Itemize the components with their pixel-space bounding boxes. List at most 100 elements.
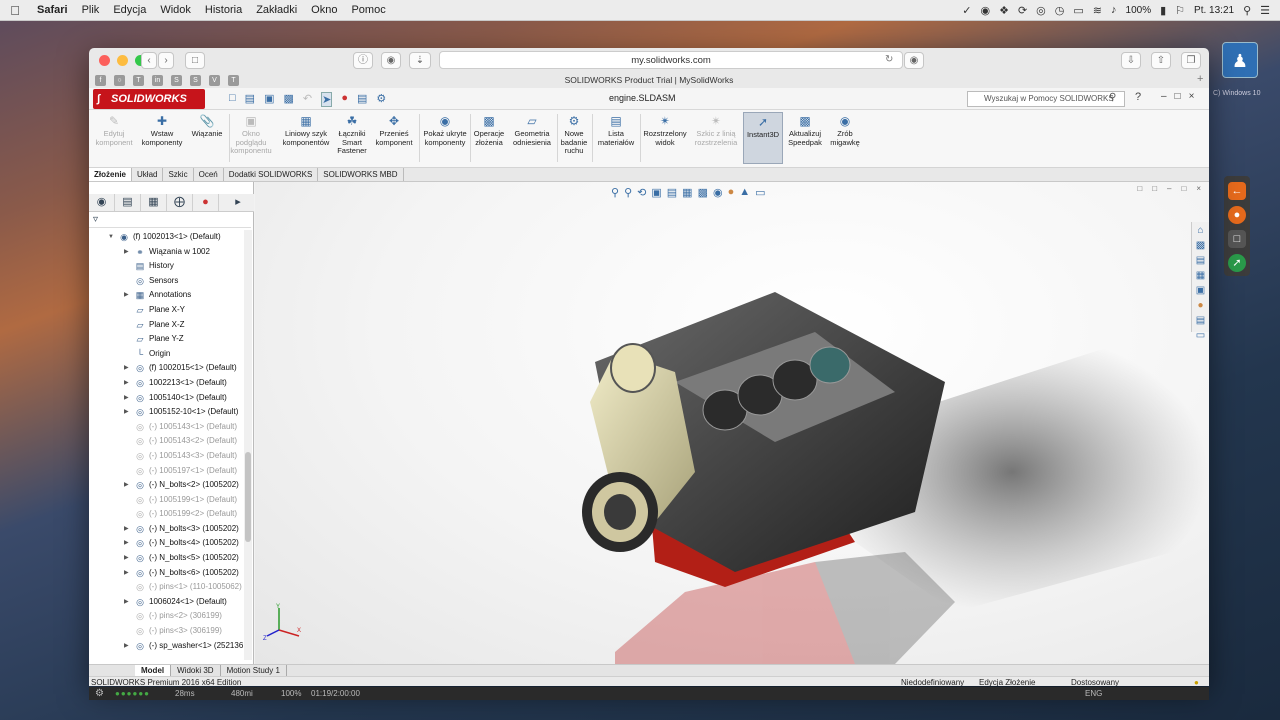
tree-item[interactable]: ◎ (-) pins<3> (306199) <box>89 624 244 639</box>
page-options-icon[interactable]: ◉ <box>904 52 924 69</box>
collapse-arrow-icon[interactable]: ▼ <box>108 230 116 245</box>
tree-item[interactable]: ▶ ▦ Annotations <box>89 288 244 303</box>
feature-tree-tab-icon[interactable]: ◉ <box>89 194 115 211</box>
favorite-instagram-icon[interactable]: ○ <box>114 74 125 86</box>
new-document-icon[interactable]: □ <box>229 92 236 107</box>
exploded-view-button[interactable]: ✴ Rozstrzelony widok <box>641 114 689 147</box>
tab-mbd[interactable]: SOLIDWORKS MBD <box>318 168 404 181</box>
menu-plik[interactable]: Plik <box>75 4 107 16</box>
linear-pattern-button[interactable]: ▦ Liniowy szyk komponentów <box>279 114 333 147</box>
tree-item[interactable]: ◎ (-) 1005143<1> (Default) <box>89 420 244 435</box>
display-manager-tab-icon[interactable]: ● <box>193 194 219 211</box>
desktop-network-icon[interactable]: ♟ <box>1222 42 1258 78</box>
favorite-in-icon[interactable]: in <box>152 74 163 86</box>
expand-arrow-icon[interactable]: ▶ <box>124 522 132 537</box>
units-selector[interactable]: Dostosowany <box>1071 677 1119 686</box>
expand-arrow-icon[interactable]: ▶ <box>124 361 132 376</box>
tree-item[interactable]: ▶ ◎ (f) 1002015<1> (Default) <box>89 361 244 376</box>
update-speedpak-button[interactable]: ▩ Aktualizuj Speedpak <box>785 114 825 147</box>
move-component-button[interactable]: ✥ Przenieś komponent <box>371 114 417 147</box>
tree-item[interactable]: ▶ ⚭ Wiązania w 1002 <box>89 245 244 260</box>
expand-arrow-icon[interactable]: ▶ <box>124 391 132 406</box>
tab-dodatki[interactable]: Dodatki SOLIDWORKS <box>224 168 319 181</box>
downloads-button[interactable]: ⇩ <box>1121 52 1141 69</box>
favorite-v-icon[interactable]: V <box>209 74 220 86</box>
reader-icon[interactable]: ⓘ <box>353 52 373 69</box>
tab-szkic[interactable]: Szkic <box>163 168 194 181</box>
dropbox-icon[interactable]: ❖ <box>999 4 1009 17</box>
tree-item[interactable]: ▶ ◎ (-) N_bolts<6> (1005202) <box>89 566 244 581</box>
tab-3d-views[interactable]: Widoki 3D <box>171 665 221 676</box>
menu-app-safari[interactable]: Safari <box>30 4 75 16</box>
extension-icon[interactable]: ⇣ <box>409 52 431 69</box>
tab-motion-study[interactable]: Motion Study 1 <box>221 665 287 676</box>
select-cursor-icon[interactable]: ➤ <box>321 92 333 107</box>
tree-item[interactable]: └ Origin <box>89 347 244 362</box>
tree-filter[interactable]: ▿ <box>89 214 251 228</box>
back-button[interactable]: ‹ <box>141 52 157 69</box>
favorite-s-icon[interactable]: S <box>171 74 182 86</box>
help-search-input[interactable]: Wyszukaj w Pomocy SOLIDWORKS <box>967 91 1125 107</box>
expand-arrow-icon[interactable]: ▶ <box>124 376 132 391</box>
expand-arrow-icon[interactable]: ▶ <box>124 595 132 610</box>
flag-icon[interactable]: ⚐ <box>1175 4 1185 17</box>
timemachine-icon[interactable]: ◷ <box>1055 4 1065 17</box>
favorite-s2-icon[interactable]: S <box>190 74 201 86</box>
favorite-f-icon[interactable]: f <box>95 74 106 86</box>
tree-item[interactable]: ▱ Plane X-Y <box>89 303 244 318</box>
menu-edycja[interactable]: Edycja <box>106 4 153 16</box>
eye-icon[interactable]: ◉ <box>980 4 990 17</box>
reload-icon[interactable]: ↻ <box>885 54 893 65</box>
tree-item[interactable]: ◎ Sensors <box>89 274 244 289</box>
tree-item[interactable]: ◎ (-) 1005199<1> (Default) <box>89 493 244 508</box>
tree-scroll-thumb[interactable] <box>245 452 251 542</box>
menu-historia[interactable]: Historia <box>198 4 249 16</box>
volume-icon[interactable]: ♪ <box>1111 4 1117 16</box>
smart-fasteners-button[interactable]: ☘ Łączniki Smart Fastener <box>335 114 369 156</box>
new-tab-icon[interactable]: + <box>1197 73 1203 85</box>
tree-item[interactable]: ▱ Plane Y-Z <box>89 332 244 347</box>
close-window-button[interactable] <box>99 55 110 66</box>
clock[interactable]: Pt. 13:21 <box>1194 5 1234 16</box>
solidworks-logo[interactable]: ∫ SOLIDWORKS <box>93 89 205 109</box>
assembly-features-button[interactable]: ▩ Operacje złożenia <box>471 114 507 147</box>
tab-ocen[interactable]: Oceń <box>194 168 224 181</box>
mate-button[interactable]: 📎 Wiązanie <box>187 114 227 139</box>
property-manager-tab-icon[interactable]: ▤ <box>115 194 141 211</box>
tree-item[interactable]: ▶ ◎ (-) N_bolts<5> (1005202) <box>89 551 244 566</box>
address-bar[interactable]: my.solidworks.com <box>439 51 903 69</box>
minimize-window-button[interactable] <box>117 55 128 66</box>
tree-item[interactable]: ◎ (-) 1005199<2> (Default) <box>89 507 244 522</box>
tree-item[interactable]: ▶ ◎ (-) N_bolts<2> (1005202) <box>89 478 244 493</box>
graphics-area[interactable]: ⚲ ⚲ ⟲ ▣ ▤ ▦ ▩ ◉ ● ▲ ▭ □ □ – □ × ⌂ ▩ ▤ ▦ … <box>255 182 1209 664</box>
menu-pomoc[interactable]: Pomoc <box>344 4 392 16</box>
tree-item[interactable]: ▱ Plane X-Z <box>89 318 244 333</box>
expand-tabs-icon[interactable]: ▸ <box>225 194 251 211</box>
menu-okno[interactable]: Okno <box>304 4 344 16</box>
take-snapshot-button[interactable]: ◉ Zrób migawkę <box>827 114 863 147</box>
menu-widok[interactable]: Widok <box>153 4 198 16</box>
battery-icon[interactable]: ▮ <box>1160 4 1166 17</box>
tree-item[interactable]: ▼ ◉ (f) 1002013<1> (Default) <box>89 230 244 245</box>
sync-icon[interactable]: ⟳ <box>1018 4 1027 17</box>
menu-zakladki[interactable]: Zakładki <box>249 4 304 16</box>
expand-arrow-icon[interactable]: ▶ <box>124 405 132 420</box>
help-icon[interactable]: ? <box>1135 91 1141 103</box>
tree-item[interactable]: ▶ ◎ 1006024<1> (Default) <box>89 595 244 610</box>
spotlight-icon[interactable]: ⚲ <box>1243 4 1251 17</box>
airplay-icon[interactable]: ▭ <box>1073 4 1083 17</box>
expand-arrow-icon[interactable]: ▶ <box>124 245 132 260</box>
expand-arrow-icon[interactable]: ▶ <box>124 536 132 551</box>
globe-icon[interactable]: ◎ <box>1036 4 1046 17</box>
bill-of-materials-button[interactable]: ▤ Lista materiałów <box>593 114 639 147</box>
expand-arrow-icon[interactable]: ▶ <box>124 639 132 654</box>
check-icon[interactable]: ✓ <box>962 4 971 17</box>
new-motion-study-button[interactable]: ⚙ Nowe badanie ruchu <box>557 114 591 156</box>
save-icon[interactable]: ▣ <box>264 92 274 107</box>
favorite-t2-icon[interactable]: T <box>228 74 239 86</box>
tab-model[interactable]: Model <box>135 665 172 676</box>
traffic-light-icon[interactable]: ● <box>341 92 348 107</box>
tree-item[interactable]: ▶ ◎ 1005140<1> (Default) <box>89 391 244 406</box>
tab-uklad[interactable]: Układ <box>132 168 164 181</box>
language-label[interactable]: ENG <box>1085 687 1102 700</box>
